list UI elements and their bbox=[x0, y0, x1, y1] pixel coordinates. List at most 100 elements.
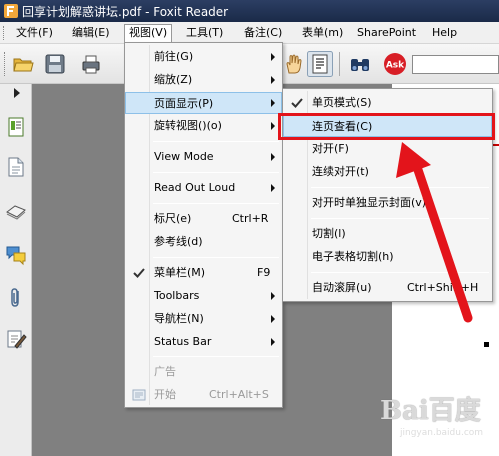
menu-item-ads: 广告 bbox=[125, 361, 282, 383]
menu-item-label: Status Bar bbox=[154, 335, 212, 348]
layers-icon[interactable] bbox=[5, 200, 27, 222]
select-text-icon[interactable] bbox=[307, 51, 333, 77]
menu-item-single-page[interactable]: 单页模式(S) bbox=[283, 92, 492, 114]
submenu-arrow-icon bbox=[271, 122, 275, 130]
menu-item-zoom[interactable]: 缩放(Z) bbox=[125, 69, 282, 91]
menu-item-shortcut: Ctrl+R bbox=[232, 212, 269, 225]
menu-separator bbox=[153, 356, 279, 357]
menu-item-label: 缩放(Z) bbox=[154, 73, 193, 86]
menu-item-status-bar[interactable]: Status Bar bbox=[125, 331, 282, 353]
menu-item-spreadsheet-split[interactable]: 电子表格切割(h) bbox=[283, 246, 492, 268]
menu-view[interactable]: 视图(V) bbox=[124, 24, 173, 44]
open-folder-icon[interactable] bbox=[12, 53, 34, 75]
menu-item-shortcut: F9 bbox=[257, 266, 271, 279]
menu-item-facing[interactable]: 对开(F) bbox=[283, 138, 492, 160]
submenu-arrow-icon bbox=[271, 292, 275, 300]
submenu-arrow-icon bbox=[271, 76, 275, 84]
menu-item-rotate-view[interactable]: 旋转视图()(o) bbox=[125, 115, 282, 137]
submenu-arrow-icon bbox=[271, 153, 275, 161]
navigation-panel bbox=[0, 84, 32, 456]
menu-separator bbox=[311, 272, 489, 273]
view-menu-dropdown: 前往(G) 缩放(Z) 页面显示(P) 旋转视图()(o) View Mode … bbox=[124, 42, 283, 408]
submenu-arrow-icon bbox=[271, 315, 275, 323]
save-icon[interactable] bbox=[44, 53, 66, 75]
menu-help[interactable]: Help bbox=[428, 24, 461, 42]
menubar-grip[interactable] bbox=[3, 26, 6, 40]
menu-item-view-mode[interactable]: View Mode bbox=[125, 146, 282, 168]
menu-item-label: 参考线(d) bbox=[154, 235, 203, 248]
menu-item-page-display[interactable]: 页面显示(P) bbox=[125, 92, 282, 114]
foxit-app-icon bbox=[4, 4, 18, 18]
menu-item-label: 单页模式(S) bbox=[312, 96, 372, 109]
document-icon[interactable] bbox=[5, 156, 27, 178]
menu-bar: 文件(F) 编辑(E) 视图(V) 工具(T) 备注(C) 表单(m) Shar… bbox=[0, 22, 499, 44]
comments-icon[interactable] bbox=[5, 244, 27, 266]
menu-item-label: 前往(G) bbox=[154, 50, 194, 63]
watermark-brand: Bai百度 bbox=[380, 396, 481, 426]
menu-file[interactable]: 文件(F) bbox=[12, 24, 57, 42]
menu-item-menubar[interactable]: 菜单栏(M) F9 bbox=[125, 262, 282, 284]
menu-item-navigation-bar[interactable]: 导航栏(N) bbox=[125, 308, 282, 330]
submenu-arrow-icon bbox=[271, 99, 275, 107]
menu-separator bbox=[153, 172, 279, 173]
print-icon[interactable] bbox=[80, 53, 102, 75]
submenu-arrow-icon bbox=[271, 184, 275, 192]
menu-sharepoint[interactable]: SharePoint bbox=[353, 24, 420, 42]
start-page-icon bbox=[132, 389, 146, 401]
ask-label: Ask bbox=[386, 61, 405, 71]
menu-item-label: 电子表格切割(h) bbox=[312, 250, 394, 263]
submenu-arrow-icon bbox=[271, 338, 275, 346]
menu-item-read-out-loud[interactable]: Read Out Loud bbox=[125, 177, 282, 199]
menu-tools[interactable]: 工具(T) bbox=[182, 24, 227, 42]
menu-item-auto-scroll[interactable]: 自动滚屏(u) Ctrl+Shift+H bbox=[283, 277, 492, 299]
menu-item-goto[interactable]: 前往(G) bbox=[125, 46, 282, 68]
menu-item-shortcut: Ctrl+Shift+H bbox=[407, 281, 479, 294]
watermark-url: jingyan.baidu.com bbox=[400, 428, 484, 438]
checkmark-icon bbox=[133, 268, 145, 278]
search-input[interactable] bbox=[412, 55, 499, 74]
menu-item-ruler[interactable]: 标尺(e) Ctrl+R bbox=[125, 208, 282, 230]
menu-item-toolbars[interactable]: Toolbars bbox=[125, 285, 282, 307]
annotation-highlight-box bbox=[278, 113, 495, 140]
menu-forms[interactable]: 表单(m) bbox=[298, 24, 347, 42]
menu-item-label: 对开时单独显示封面(v) bbox=[312, 196, 427, 209]
menu-item-shortcut: Ctrl+Alt+S bbox=[209, 388, 269, 401]
menu-item-label: View Mode bbox=[154, 150, 214, 163]
menu-item-label: 菜单栏(M) bbox=[154, 266, 206, 279]
menu-item-label: 页面显示(P) bbox=[154, 97, 214, 110]
menu-item-guides[interactable]: 参考线(d) bbox=[125, 231, 282, 253]
menu-item-split[interactable]: 切割(l) bbox=[283, 223, 492, 245]
title-bar: 回享计划解惑讲坛.pdf - Foxit Reader bbox=[0, 0, 499, 22]
watermark: Bai百度 jingyan.baidu.com bbox=[380, 390, 495, 452]
menu-item-start: 开始 Ctrl+Alt+S bbox=[125, 384, 282, 406]
binoculars-icon[interactable] bbox=[349, 53, 371, 75]
toolbar-separator bbox=[339, 52, 340, 76]
menu-separator bbox=[153, 141, 279, 142]
menu-item-label: 切割(l) bbox=[312, 227, 346, 240]
attachment-paperclip-icon[interactable] bbox=[5, 286, 27, 308]
menu-comments[interactable]: 备注(C) bbox=[240, 24, 286, 42]
submenu-arrow-icon bbox=[271, 53, 275, 61]
checkmark-icon bbox=[291, 98, 303, 108]
menu-separator bbox=[311, 187, 489, 188]
menu-item-label: Read Out Loud bbox=[154, 181, 236, 194]
menu-item-show-cover[interactable]: 对开时单独显示封面(v) bbox=[283, 192, 492, 214]
menu-item-label: Toolbars bbox=[154, 289, 200, 302]
menu-item-label: 对开(F) bbox=[312, 142, 349, 155]
panel-collapse-arrow-icon[interactable] bbox=[14, 88, 20, 98]
ask-icon[interactable]: Ask bbox=[383, 52, 407, 76]
menu-item-label: 自动滚屏(u) bbox=[312, 281, 372, 294]
menu-item-label: 导航栏(N) bbox=[154, 312, 204, 325]
menu-separator bbox=[153, 257, 279, 258]
menu-item-label: 连续对开(t) bbox=[312, 165, 369, 178]
menu-item-continuous-facing[interactable]: 连续对开(t) bbox=[283, 161, 492, 183]
menu-item-label: 广告 bbox=[154, 365, 176, 378]
menu-edit[interactable]: 编辑(E) bbox=[68, 24, 114, 42]
signature-pen-icon[interactable] bbox=[5, 328, 27, 350]
menu-separator bbox=[153, 203, 279, 204]
menu-item-label: 旋转视图()(o) bbox=[154, 119, 222, 132]
toolbar-grip[interactable] bbox=[4, 52, 7, 76]
pages-thumbnail-icon[interactable] bbox=[5, 116, 27, 138]
hand-tool-icon[interactable] bbox=[283, 53, 305, 75]
menu-separator bbox=[311, 218, 489, 219]
